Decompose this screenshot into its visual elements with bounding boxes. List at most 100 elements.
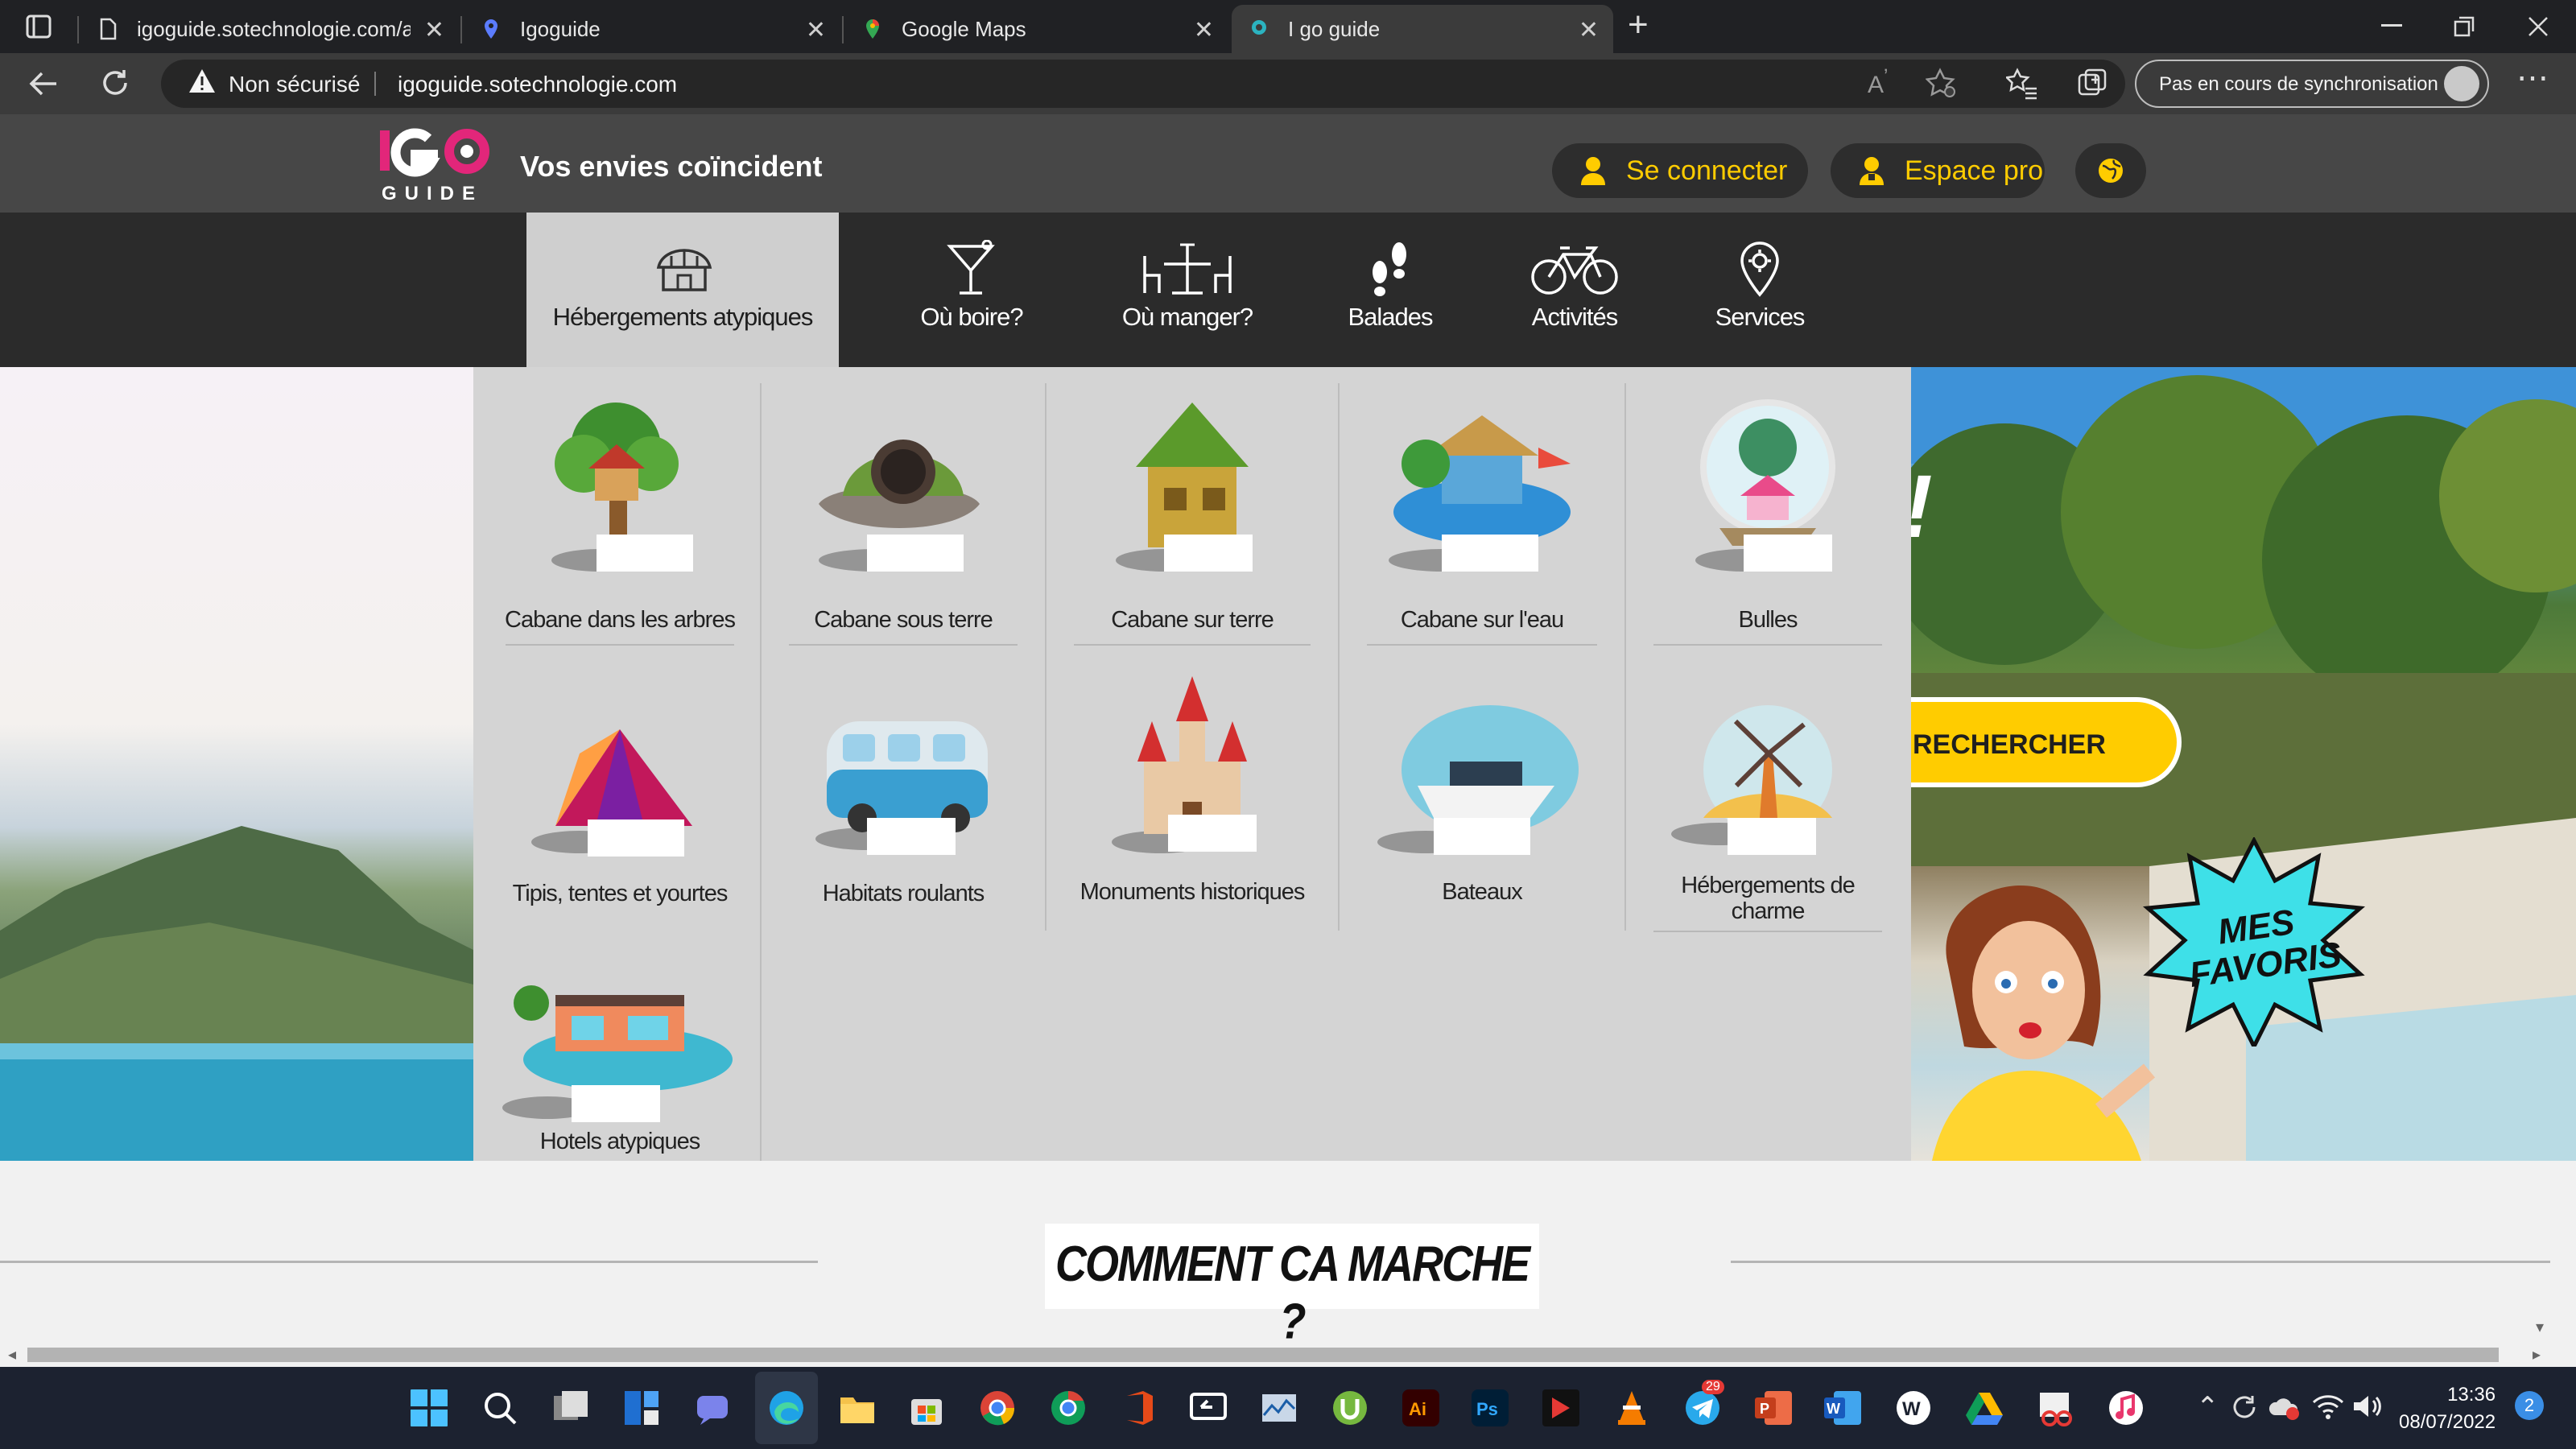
nav-hebergements-atypiques[interactable]: Hébergements atypiques (526, 213, 839, 367)
notification-badge[interactable]: 2 (2515, 1391, 2544, 1420)
cabin-icon (656, 249, 712, 291)
chrome-profile-icon[interactable] (1048, 1388, 1088, 1428)
read-aloud-icon[interactable]: Aʼ (1868, 66, 1889, 99)
illustrator-icon[interactable]: Ai (1401, 1388, 1441, 1428)
tab-igoguide-admin[interactable]: igoguide.sotechnologie.com/ad ✕ (80, 5, 459, 53)
collections-icon[interactable] (2077, 68, 2109, 100)
horizontal-scrollbar[interactable]: ◂ ▸ (0, 1343, 2576, 1367)
category-nav: Hébergements atypiques Où boire? Où mang… (0, 213, 2576, 367)
file-explorer-icon[interactable] (837, 1388, 877, 1428)
microsoft-store-icon[interactable] (906, 1388, 947, 1428)
chrome-icon[interactable] (977, 1388, 1018, 1428)
nav-balades[interactable]: Balades (1312, 213, 1468, 367)
dropdown-label: Habitats roulants (822, 881, 985, 906)
task-view-icon[interactable] (551, 1388, 591, 1428)
tab-google-maps[interactable]: Google Maps ✕ (845, 5, 1228, 53)
item-underline (789, 644, 1018, 646)
tab-close-icon[interactable]: ✕ (1579, 16, 1599, 44)
dropdown-item-bulles[interactable]: Bulles (1629, 399, 1906, 646)
dropdown-item-habitats-roulants[interactable]: Habitats roulants (765, 689, 1042, 931)
login-button[interactable]: Se connecter (1552, 143, 1808, 198)
dropdown-item-cabane-arbres[interactable]: Cabane dans les arbres (481, 399, 758, 646)
search-button[interactable]: RECHERCHER (1876, 697, 2182, 787)
dropdown-item-cabane-sur-eau[interactable]: Cabane sur l'eau (1343, 399, 1621, 646)
scroll-down-arrow-icon[interactable]: ▾ (2536, 1317, 2544, 1337)
favorites-icon[interactable] (2006, 68, 2038, 100)
add-favorite-icon[interactable] (1926, 68, 1958, 100)
url-field[interactable]: Non sécurisé igoguide.sotechnologie.com (161, 60, 2125, 108)
footprints-icon (1373, 242, 1406, 296)
dropdown-item-bateaux[interactable]: Bateaux (1343, 689, 1621, 931)
language-button[interactable] (2075, 143, 2146, 198)
sync-tray-icon[interactable] (2230, 1394, 2259, 1422)
utorrent-icon[interactable] (1330, 1388, 1370, 1428)
wifi-icon[interactable] (2312, 1393, 2344, 1420)
tab-close-icon[interactable]: ✕ (424, 16, 444, 44)
url-text[interactable]: igoguide.sotechnologie.com (398, 72, 677, 97)
teams-chat-icon[interactable] (692, 1388, 733, 1428)
remote-desktop-icon[interactable] (1188, 1388, 1228, 1428)
nav-ou-boire[interactable]: Où boire? (895, 213, 1048, 367)
nav-services[interactable]: Services (1690, 213, 1829, 367)
column-separator (760, 383, 762, 1206)
nav-ou-manger[interactable]: Où manger? (1103, 213, 1272, 367)
tab-igoguide[interactable]: Igoguide ✕ (464, 5, 840, 53)
pro-space-button[interactable]: Espace pro (1831, 143, 2045, 198)
dropdown-item-charme[interactable]: Hébergements de charme (1629, 689, 1906, 932)
dropdown-item-hotels[interactable]: Hotels atypiques (481, 971, 758, 1164)
igoguide-logo[interactable]: GUIDE (378, 124, 499, 204)
widgets-icon[interactable] (621, 1388, 662, 1428)
photoshop-icon[interactable]: Ps (1470, 1388, 1510, 1428)
tab-close-icon[interactable]: ✕ (1194, 16, 1214, 44)
minimize-icon[interactable] (2381, 24, 2402, 27)
scroll-left-arrow-icon[interactable]: ◂ (8, 1344, 16, 1364)
sync-status-button[interactable]: Pas en cours de synchronisation (2135, 60, 2489, 108)
nav-label: Où manger? (1121, 303, 1253, 331)
office-icon[interactable] (1119, 1388, 1159, 1428)
svg-text:Ps: Ps (1476, 1399, 1498, 1419)
new-tab-icon[interactable]: + (1628, 5, 1649, 45)
section-divider-left (0, 1261, 818, 1263)
dropdown-label: Bulles (1738, 607, 1798, 633)
webex-icon[interactable]: W (1893, 1388, 1934, 1428)
windows-start-icon[interactable] (409, 1388, 449, 1428)
more-menu-icon[interactable]: ⋯ (2516, 60, 2549, 97)
tab-title: igoguide.sotechnologie.com/ad (137, 16, 411, 41)
nav-activites[interactable]: Activités (1505, 213, 1644, 367)
dropdown-item-cabane-sous-terre[interactable]: Cabane sous terre (765, 399, 1042, 646)
back-icon[interactable] (29, 71, 58, 97)
word-icon[interactable]: W (1823, 1388, 1863, 1428)
dropdown-item-cabane-sur-terre[interactable]: Cabane sur terre (1050, 399, 1335, 646)
scrollbar-thumb[interactable] (27, 1348, 2499, 1362)
edge-browser-icon[interactable] (766, 1388, 807, 1428)
site-tagline: Vos envies coïncident (520, 150, 823, 183)
dropdown-item-tipis[interactable]: Tipis, tentes et yourtes (481, 689, 758, 931)
tab-actions-icon[interactable] (26, 14, 52, 39)
dropdown-item-monuments[interactable]: Monuments historiques (1050, 673, 1335, 931)
onedrive-error-icon[interactable] (2268, 1394, 2301, 1422)
google-drive-icon[interactable] (1964, 1388, 2004, 1428)
windmill-icon (1671, 705, 1832, 855)
nav-label: Où boire? (920, 303, 1023, 331)
profile-avatar-icon (2444, 66, 2479, 101)
system-clock[interactable]: 13:36 08/07/2022 (2399, 1381, 2496, 1436)
window-close-icon[interactable] (2528, 16, 2549, 37)
tab-i-go-guide[interactable]: I go guide ✕ (1232, 5, 1613, 53)
hero-image-left (0, 367, 483, 1161)
refresh-icon[interactable] (100, 68, 130, 98)
show-hidden-icons-icon[interactable]: ⌃ (2196, 1391, 2219, 1423)
scroll-right-arrow-icon[interactable]: ▸ (2533, 1344, 2541, 1364)
security-label[interactable]: Non sécurisé (229, 72, 360, 97)
restore-icon[interactable] (2454, 16, 2475, 37)
media-encoder-icon[interactable] (1541, 1388, 1581, 1428)
nav-label: Activités (1531, 303, 1618, 331)
resource-monitor-icon[interactable] (1259, 1388, 1299, 1428)
tab-close-icon[interactable]: ✕ (806, 16, 826, 44)
snipping-tool-icon[interactable] (2035, 1388, 2075, 1428)
itunes-icon[interactable] (2106, 1388, 2146, 1428)
vlc-icon[interactable] (1612, 1388, 1652, 1428)
search-icon[interactable] (480, 1388, 520, 1428)
volume-icon[interactable] (2351, 1393, 2383, 1420)
powerpoint-icon[interactable]: P (1753, 1388, 1794, 1428)
boat-icon (1377, 705, 1579, 855)
